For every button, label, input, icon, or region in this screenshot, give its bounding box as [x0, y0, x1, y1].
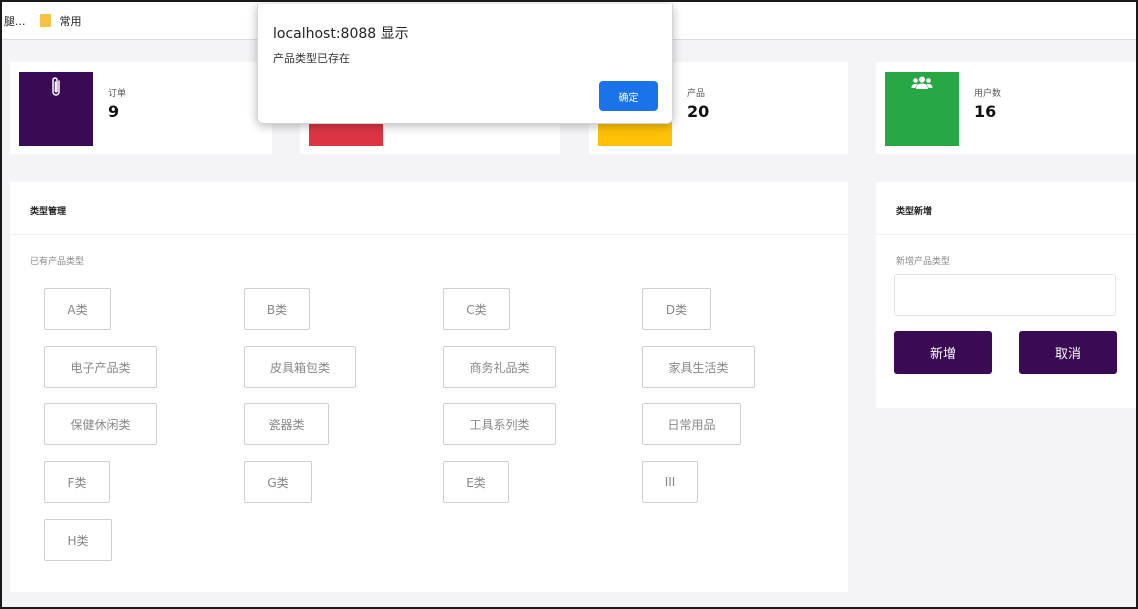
cancel-button[interactable]: 取消 [1019, 331, 1117, 374]
stat-color-block [19, 72, 93, 146]
new-type-input[interactable] [894, 274, 1116, 316]
type-tag[interactable]: 保健休闲类 [44, 403, 157, 445]
stat-label: 产品 [687, 89, 706, 99]
field-label: 新增产品类型 [896, 257, 951, 267]
type-tag[interactable]: F类 [44, 461, 110, 503]
bookmark-truncated[interactable]: 腿... [4, 13, 26, 29]
dialog-title: localhost:8088 显示 [273, 26, 409, 42]
type-tag[interactable]: D类 [642, 288, 711, 330]
panel-divider [876, 234, 1136, 235]
stat-label: 用户数 [974, 89, 1002, 99]
add-type-panel: 类型新增 新增产品类型 新增 取消 [876, 182, 1136, 408]
stat-card-orders: 订单 9 [10, 62, 272, 154]
paperclip-icon [52, 77, 60, 96]
type-tag[interactable]: 商务礼品类 [443, 346, 556, 388]
page-content: 订单 9 产品 20 用户数 16 类型管理 已有产品类型 A类 B类 C类 D… [2, 40, 1136, 607]
stat-value: 9 [108, 102, 120, 121]
stat-color-block [885, 72, 959, 146]
type-tag[interactable]: E类 [443, 461, 509, 503]
dialog-ok-button[interactable]: 确定 [599, 81, 658, 111]
type-tag[interactable]: 皮具箱包类 [244, 346, 356, 388]
dialog-message: 产品类型已存在 [273, 52, 350, 65]
type-tag[interactable]: III [642, 461, 698, 503]
stat-label: 订单 [108, 89, 127, 99]
type-tag[interactable]: B类 [244, 288, 310, 330]
panel-divider [10, 234, 848, 235]
type-tag[interactable]: 日常用品 [642, 403, 741, 445]
panel-title: 类型管理 [30, 207, 67, 217]
type-tag[interactable]: H类 [44, 519, 112, 561]
alert-dialog: localhost:8088 显示 产品类型已存在 确定 [257, 4, 673, 124]
panel-subtitle: 已有产品类型 [30, 257, 85, 267]
stat-value: 16 [974, 102, 997, 121]
folder-icon [39, 14, 51, 27]
type-tag[interactable]: A类 [44, 288, 111, 330]
type-tag[interactable]: 电子产品类 [44, 346, 157, 388]
stat-value: 20 [687, 102, 710, 121]
type-tag[interactable]: 瓷器类 [244, 403, 329, 445]
type-tag[interactable]: C类 [443, 288, 510, 330]
type-management-panel: 类型管理 已有产品类型 A类 B类 C类 D类 电子产品类 皮具箱包类 商务礼品… [10, 182, 848, 592]
panel-title: 类型新增 [896, 207, 933, 217]
add-button[interactable]: 新增 [894, 331, 992, 374]
stat-card-users: 用户数 16 [876, 62, 1136, 154]
bookmark-folder-label: 常用 [59, 14, 82, 28]
type-tag[interactable]: G类 [244, 461, 312, 503]
users-icon [911, 76, 933, 89]
type-tag[interactable]: 家具生活类 [642, 346, 755, 388]
browser-window: 腿... 常用 订单 9 产品 20 用户数 16 类型管理 已有产品类型 A类… [0, 0, 1138, 609]
bookmark-folder-common[interactable]: 常用 [39, 13, 82, 29]
type-tag[interactable]: 工具系列类 [443, 403, 556, 445]
